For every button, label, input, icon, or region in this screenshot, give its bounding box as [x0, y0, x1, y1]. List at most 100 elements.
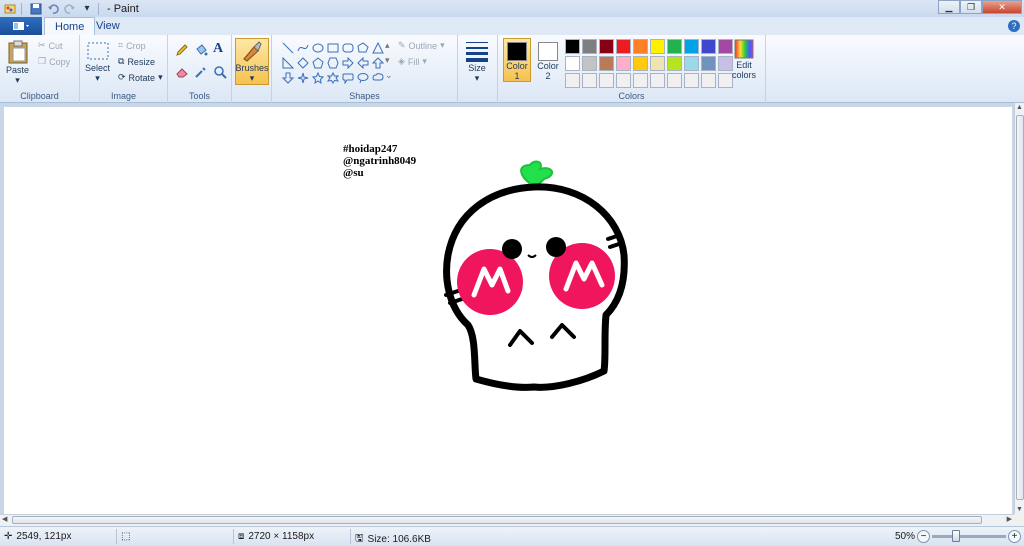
edit-colors-button[interactable]: Edit colors — [732, 38, 756, 80]
undo-icon[interactable] — [46, 2, 60, 15]
scroll-up-icon[interactable]: ▲ — [1016, 104, 1023, 111]
palette-color-swatch[interactable] — [650, 73, 665, 88]
horizontal-scroll-thumb[interactable] — [12, 516, 982, 524]
zoom-slider-thumb[interactable] — [951, 530, 960, 542]
palette-color-swatch[interactable] — [701, 39, 716, 54]
line-shape-icon[interactable] — [280, 40, 295, 55]
palette-color-swatch[interactable] — [650, 39, 665, 54]
four-point-star-shape-icon[interactable] — [295, 70, 310, 85]
right-arrow-shape-icon[interactable] — [340, 55, 355, 70]
maximize-button[interactable]: ❐ — [960, 0, 982, 14]
scroll-right-icon[interactable]: ▶ — [1007, 515, 1012, 523]
five-point-star-shape-icon[interactable] — [310, 70, 325, 85]
palette-color-swatch[interactable] — [650, 56, 665, 71]
rotate-button[interactable]: ⟳ Rotate ▾ — [118, 72, 163, 83]
rectangle-shape-icon[interactable] — [325, 40, 340, 55]
copy-button[interactable]: ❐ Copy — [38, 56, 70, 67]
minimize-button[interactable]: ▁ — [938, 0, 960, 14]
paste-button[interactable]: Paste ▾ — [6, 39, 29, 86]
magnifier-icon[interactable] — [213, 65, 227, 79]
cloud-callout-shape-icon[interactable] — [370, 70, 385, 85]
palette-color-swatch[interactable] — [599, 73, 614, 88]
palette-color-swatch[interactable] — [616, 39, 631, 54]
palette-color-swatch[interactable] — [565, 56, 580, 71]
select-button[interactable]: Select ▾ — [85, 39, 110, 84]
eraser-icon[interactable] — [175, 65, 189, 79]
palette-color-swatch[interactable] — [667, 56, 682, 71]
palette-color-swatch[interactable] — [582, 56, 597, 71]
zoom-slider[interactable] — [932, 530, 1006, 542]
left-arrow-shape-icon[interactable] — [355, 55, 370, 70]
zoom-out-icon[interactable]: − — [917, 530, 930, 543]
triangle-shape-icon[interactable] — [370, 40, 385, 55]
color1-number: 1 — [514, 71, 520, 81]
palette-color-swatch[interactable] — [565, 39, 580, 54]
palette-color-swatch[interactable] — [582, 73, 597, 88]
diamond-shape-icon[interactable] — [295, 55, 310, 70]
crop-button[interactable]: ⌗ Crop — [118, 40, 146, 51]
right-triangle-shape-icon[interactable] — [280, 55, 295, 70]
tab-view[interactable]: View — [86, 17, 130, 35]
color1-button[interactable]: Color 1 — [503, 38, 531, 82]
scroll-left-icon[interactable]: ◀ — [2, 515, 7, 523]
palette-color-swatch[interactable] — [684, 73, 699, 88]
palette-color-swatch[interactable] — [718, 73, 733, 88]
pencil-icon[interactable] — [175, 43, 189, 57]
fill-bucket-icon[interactable] — [194, 43, 208, 57]
six-point-star-shape-icon[interactable] — [325, 70, 340, 85]
up-arrow-shape-icon[interactable] — [370, 55, 385, 70]
color2-button[interactable]: Color 2 — [534, 38, 562, 82]
rounded-callout-shape-icon[interactable] — [340, 70, 355, 85]
palette-color-swatch[interactable] — [599, 39, 614, 54]
palette-color-swatch[interactable] — [565, 73, 580, 88]
down-arrow-shape-icon[interactable] — [280, 70, 295, 85]
size-button[interactable]: Size ▾ — [464, 39, 490, 84]
customize-quick-access-icon[interactable]: ▾ — [80, 2, 94, 15]
zoom-in-icon[interactable]: + — [1008, 530, 1021, 543]
paint-menu-button[interactable] — [0, 17, 42, 35]
curve-shape-icon[interactable] — [295, 40, 310, 55]
fill-button[interactable]: ◈ Fill ▾ — [398, 56, 427, 67]
color-picker-icon[interactable] — [194, 65, 208, 79]
brushes-button[interactable]: Brushes ▾ — [235, 38, 269, 85]
hexagon-shape-icon[interactable] — [325, 55, 340, 70]
palette-color-swatch[interactable] — [701, 56, 716, 71]
crop-label: Crop — [126, 40, 146, 51]
palette-color-swatch[interactable] — [718, 56, 733, 71]
cut-button[interactable]: ✂ Cut — [38, 40, 63, 51]
palette-color-swatch[interactable] — [616, 56, 631, 71]
save-icon[interactable] — [29, 2, 43, 15]
help-icon[interactable]: ? — [1008, 20, 1020, 32]
right-eye — [546, 237, 566, 257]
redo-icon[interactable] — [63, 2, 77, 15]
rounded-rectangle-shape-icon[interactable] — [340, 40, 355, 55]
pentagon-shape-icon[interactable] — [310, 55, 325, 70]
palette-color-swatch[interactable] — [582, 39, 597, 54]
outline-button[interactable]: ✎ Outline ▾ — [398, 40, 445, 51]
vertical-scrollbar[interactable]: ▲ ▼ — [1014, 103, 1024, 514]
palette-color-swatch[interactable] — [701, 73, 716, 88]
palette-color-swatch[interactable] — [599, 56, 614, 71]
palette-color-swatch[interactable] — [633, 56, 648, 71]
palette-color-swatch[interactable] — [667, 73, 682, 88]
shapes-scroll-down[interactable]: ▾ — [385, 55, 390, 66]
text-tool-icon[interactable]: A — [213, 41, 223, 57]
oval-callout-shape-icon[interactable] — [355, 70, 370, 85]
palette-color-swatch[interactable] — [684, 39, 699, 54]
drawing-canvas[interactable]: #hoidap247 @ngatrinh8049 @su — [4, 107, 1012, 514]
resize-button[interactable]: ⧉ Resize — [118, 56, 155, 67]
vertical-scroll-thumb[interactable] — [1016, 115, 1024, 500]
polygon-shape-icon[interactable] — [355, 40, 370, 55]
palette-color-swatch[interactable] — [616, 73, 631, 88]
oval-shape-icon[interactable] — [310, 40, 325, 55]
palette-color-swatch[interactable] — [718, 39, 733, 54]
palette-color-swatch[interactable] — [633, 73, 648, 88]
shapes-scroll-up[interactable]: ▴ — [385, 40, 390, 51]
palette-color-swatch[interactable] — [667, 39, 682, 54]
palette-color-swatch[interactable] — [684, 56, 699, 71]
shapes-expand[interactable]: ⌄ — [385, 70, 393, 81]
horizontal-scrollbar[interactable]: ◀ ▶ — [0, 514, 1014, 524]
close-button[interactable]: ✕ — [982, 0, 1022, 14]
palette-color-swatch[interactable] — [633, 39, 648, 54]
scroll-down-icon[interactable]: ▼ — [1016, 506, 1023, 513]
